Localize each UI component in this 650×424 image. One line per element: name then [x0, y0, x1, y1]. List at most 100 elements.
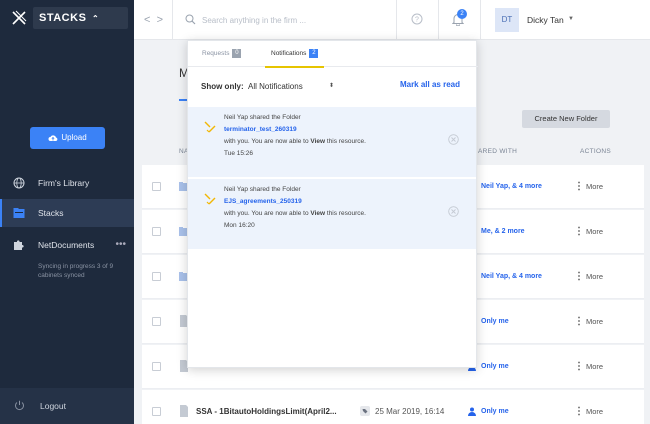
search-icon — [185, 14, 196, 25]
power-icon — [15, 400, 24, 411]
column-header-actions: ACTIONS — [580, 148, 611, 155]
stacks-logo-icon[interactable] — [11, 10, 27, 26]
sidebar: STACKS ⌃ Upload Firm's Library Stacks Ne… — [0, 0, 134, 424]
shared-with[interactable]: Only me — [481, 390, 509, 424]
more-button[interactable]: More — [586, 300, 603, 344]
column-header-shared-with[interactable]: ARED WITH — [478, 148, 517, 155]
sync-status: Syncing in progress 3 of 9 cabinets sync… — [38, 263, 114, 279]
shared-with[interactable]: Me, & 2 more — [481, 210, 525, 254]
help-icon[interactable]: ? — [411, 13, 423, 25]
dismiss-icon[interactable] — [448, 134, 459, 145]
more-button[interactable]: More — [586, 165, 603, 209]
kebab-menu-icon[interactable]: ⋮ — [574, 345, 584, 389]
notification-text: with you. You are now able to View this … — [224, 210, 366, 217]
filter-value: All Notifications — [248, 82, 303, 91]
notification-time: Tue 15:26 — [224, 150, 254, 157]
sidebar-item-label: Firm's Library — [38, 178, 90, 188]
tab-indicator — [179, 99, 187, 101]
topbar: < > ? 2 DT Dicky Tan ▼ — [134, 0, 650, 40]
row-checkbox[interactable] — [152, 317, 161, 326]
forward-arrow-icon[interactable]: > — [157, 14, 163, 26]
more-options-icon[interactable]: ••• — [115, 231, 126, 259]
folders-icon — [13, 208, 25, 218]
history-arrows: < > — [144, 0, 163, 40]
more-button[interactable]: More — [586, 210, 603, 254]
shared-with[interactable]: Only me — [481, 345, 509, 389]
folder-share-icon — [204, 193, 216, 205]
permission-label: View — [310, 138, 326, 145]
svg-text:?: ? — [415, 17, 419, 24]
sidebar-item-label: Stacks — [38, 208, 64, 218]
file-name[interactable]: SSA - 1BitautoHoldingsLimit(April2... — [196, 390, 337, 424]
chevron-updown-icon: ⬍ — [328, 83, 334, 89]
notification-count-badge: 2 — [457, 9, 467, 19]
user-name[interactable]: Dicky Tan — [527, 0, 564, 40]
notification-item[interactable]: Neil Yap shared the Folder EJS_agreement… — [188, 179, 476, 249]
tab-count-badge: 0 — [232, 48, 242, 58]
person-icon — [468, 407, 476, 416]
logout-button[interactable]: Logout — [0, 388, 134, 424]
row-checkbox[interactable] — [152, 272, 161, 281]
show-only-label: Show only: — [201, 82, 244, 91]
shared-with[interactable]: Only me — [481, 300, 509, 344]
tab-count-badge: 2 — [309, 48, 319, 58]
more-button[interactable]: More — [586, 390, 603, 424]
notification-text: Neil Yap shared the Folder — [224, 114, 301, 121]
divider — [172, 0, 173, 40]
kebab-menu-icon[interactable]: ⋮ — [574, 210, 584, 254]
notification-filter-select[interactable]: All Notifications ⬍ — [248, 80, 336, 93]
back-arrow-icon[interactable]: < — [144, 14, 150, 26]
notification-item[interactable]: Neil Yap shared the Folder terminator_te… — [188, 107, 476, 177]
logout-label: Logout — [40, 401, 66, 411]
sidebar-item-stacks[interactable]: Stacks — [0, 199, 134, 227]
mark-all-read-link[interactable]: Mark all as read — [400, 80, 460, 89]
permission-label: View — [310, 210, 326, 217]
chevron-down-icon[interactable]: ▼ — [568, 16, 574, 22]
document-icon — [180, 405, 188, 417]
tag-icon[interactable] — [360, 406, 370, 416]
search-input[interactable] — [202, 11, 382, 29]
text-segment: this resource. — [325, 138, 366, 145]
tab-requests[interactable]: Requests 0 — [202, 41, 242, 67]
tab-label: Requests — [202, 50, 230, 57]
notification-text: with you. You are now able to View this … — [224, 138, 366, 145]
sidebar-item-firms-library[interactable]: Firm's Library — [0, 169, 134, 197]
dismiss-icon[interactable] — [448, 206, 459, 217]
row-checkbox[interactable] — [152, 227, 161, 236]
sidebar-item-label: NetDocuments — [38, 240, 95, 250]
text-segment: with you. You are now able to — [224, 138, 311, 145]
cloud-upload-icon — [48, 135, 58, 141]
divider — [396, 0, 397, 40]
create-new-folder-button[interactable]: Create New Folder — [522, 110, 610, 128]
kebab-menu-icon[interactable]: ⋮ — [574, 165, 584, 209]
folder-share-icon — [204, 121, 216, 133]
more-button[interactable]: More — [586, 345, 603, 389]
avatar[interactable]: DT — [495, 8, 519, 32]
divider — [480, 0, 481, 40]
globe-icon — [13, 177, 25, 189]
app-name: STACKS — [39, 12, 87, 24]
modified-date: 25 Mar 2019, 16:14 — [375, 407, 445, 416]
more-button[interactable]: More — [586, 255, 603, 299]
chevron-updown-icon: ⌃ — [91, 14, 100, 23]
notification-folder-link[interactable]: EJS_agreements_250319 — [224, 198, 302, 205]
tab-notifications[interactable]: Notifications 2 — [264, 41, 325, 68]
sidebar-item-netdocuments[interactable]: NetDocuments ••• — [0, 231, 134, 259]
notification-text: Neil Yap shared the Folder — [224, 186, 301, 193]
kebab-menu-icon[interactable]: ⋮ — [574, 390, 584, 424]
shared-with[interactable]: Neil Yap, & 4 more — [481, 255, 542, 299]
kebab-menu-icon[interactable]: ⋮ — [574, 255, 584, 299]
row-checkbox[interactable] — [152, 362, 161, 371]
notification-time: Mon 16:20 — [224, 222, 255, 229]
kebab-menu-icon[interactable]: ⋮ — [574, 300, 584, 344]
app-switcher[interactable]: STACKS ⌃ — [33, 7, 128, 29]
puzzle-icon — [14, 240, 24, 250]
shared-with[interactable]: Neil Yap, & 4 more — [481, 165, 542, 209]
table-row[interactable]: SSA - 1BitautoHoldingsLimit(April2... 25… — [142, 390, 644, 424]
row-checkbox[interactable] — [152, 182, 161, 191]
row-checkbox[interactable] — [152, 407, 161, 416]
notification-folder-link[interactable]: terminator_test_260319 — [224, 126, 297, 133]
upload-button[interactable]: Upload — [30, 127, 105, 149]
upload-label: Upload — [61, 133, 87, 142]
text-segment: this resource. — [325, 210, 366, 217]
